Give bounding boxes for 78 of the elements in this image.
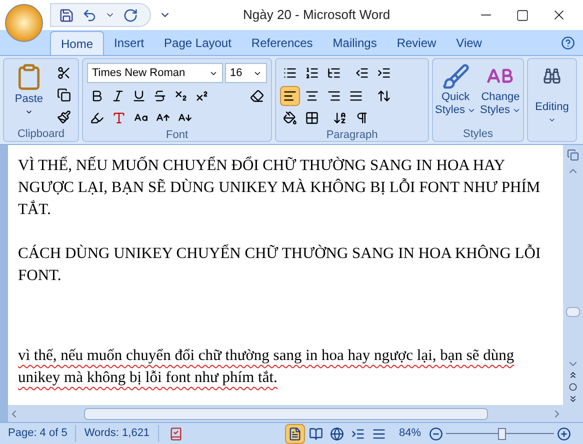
change-styles-button[interactable]: Change Styles <box>480 63 521 117</box>
document-paragraph: vì thế, nếu muốn chuyển đổi chữ thường sang in hoa hay ngược lại, bạn sẽ dùng unikey mà không bị lỗi font như phím tắt. <box>18 346 516 388</box>
align-icon <box>305 89 319 103</box>
quick-styles-button[interactable]: Quick Styles <box>435 63 476 117</box>
highlight-icon <box>90 111 104 125</box>
zoom-out-icon[interactable] <box>429 426 443 440</box>
binoculars-icon <box>543 67 561 85</box>
bold-icon <box>90 89 104 103</box>
font-size-field[interactable]: 16 <box>225 63 267 83</box>
view-icon <box>350 426 365 440</box>
sort-icon <box>333 111 347 125</box>
document-paragraph: CÁCH DÙNG UNIKEY CHUYỂN CHỮ THƯỜNG SANG IN HOA KHÔNG LỖI FONT. <box>18 243 542 286</box>
align-icon <box>283 89 297 103</box>
zoom-slider[interactable] <box>446 428 554 440</box>
group-label: Paragraph <box>325 128 379 142</box>
view-icon <box>308 426 323 440</box>
view-button[interactable] <box>284 424 305 444</box>
align-icon <box>327 89 341 103</box>
help-icon[interactable] <box>561 36 575 50</box>
group-label: Font <box>164 128 189 142</box>
bullets-icon <box>283 66 297 80</box>
ribbon-tab[interactable]: View <box>446 31 492 55</box>
line-spacing-icon <box>377 89 391 103</box>
subscript-icon <box>174 89 188 103</box>
group-label: Styles <box>462 127 494 141</box>
font-color-icon <box>112 111 126 125</box>
shading-icon <box>283 111 297 125</box>
browse-object-icon[interactable] <box>569 383 577 391</box>
horizontal-scrollbar[interactable] <box>8 405 563 422</box>
borders-icon <box>305 111 319 125</box>
zoom-slider-thumb[interactable] <box>498 428 506 440</box>
multilevel-list-icon <box>327 66 341 80</box>
align-button[interactable] <box>280 86 300 106</box>
ribbon-tab[interactable]: Insert <box>104 31 154 55</box>
strikethrough-icon <box>153 89 167 103</box>
editing-button[interactable]: Editing <box>532 63 572 124</box>
brush-icon <box>442 63 470 91</box>
zoom-level[interactable]: 84% <box>398 425 421 442</box>
document-paragraph: VÌ THẾ, NẾU MUỐN CHUYỂN ĐỔI CHỮ THƯỜNG SANG IN HOA HAY NGƯỢC LẠI, BẠN SẼ DÙNG UNIKEY MÀ KHÔNG BỊ LỖI FONT NHƯ PHÍM TẮT. <box>18 155 542 220</box>
scroll-thumb[interactable] <box>566 307 580 317</box>
ribbon-tab[interactable]: Review <box>386 31 446 55</box>
vertical-scrollbar[interactable] <box>563 145 583 422</box>
ribbon-tab[interactable]: Home <box>50 31 104 55</box>
maximize-icon[interactable] <box>516 8 529 22</box>
previous-page-icon[interactable] <box>568 370 578 380</box>
underline-icon <box>132 89 146 103</box>
save-icon[interactable] <box>59 8 74 22</box>
numbering-icon <box>305 66 319 80</box>
clear-formatting-icon <box>250 89 264 103</box>
word-count[interactable]: Words: 1,621 <box>76 425 159 442</box>
office-button[interactable] <box>5 4 43 42</box>
font-name-field[interactable]: Times New Roman <box>87 63 223 83</box>
next-page-icon[interactable] <box>568 394 578 404</box>
zoom-in-icon[interactable] <box>557 426 571 440</box>
superscript-icon <box>195 89 209 103</box>
decrease-indent-icon <box>355 66 369 80</box>
redo-icon[interactable] <box>123 8 138 22</box>
align-icon <box>349 89 363 103</box>
scroll-thumb[interactable] <box>84 408 488 420</box>
view-icon <box>372 426 386 440</box>
group-label: Clipboard <box>16 127 66 141</box>
ribbon-tab[interactable]: Mailings <box>322 31 387 55</box>
view-icon <box>288 426 302 440</box>
undo-icon[interactable] <box>82 8 97 22</box>
cut-icon <box>57 66 71 80</box>
italic-icon <box>111 89 125 103</box>
ribbon-tab[interactable]: References <box>241 31 323 55</box>
window-title: Ngày 20 - Microsoft Word <box>243 6 390 24</box>
format-painter-icon <box>57 110 71 124</box>
ruler-toggle-icon[interactable] <box>567 149 579 161</box>
view-icon <box>330 426 344 440</box>
increase-indent-icon <box>377 66 391 80</box>
proofing-icon[interactable] <box>168 426 183 440</box>
ribbon-tab[interactable]: Page Layout <box>154 31 242 55</box>
paste-button[interactable]: Paste <box>8 63 50 127</box>
page-count[interactable]: Page: 4 of 5 <box>0 425 76 442</box>
copy-icon <box>57 88 71 102</box>
show-marks-icon <box>355 111 369 125</box>
